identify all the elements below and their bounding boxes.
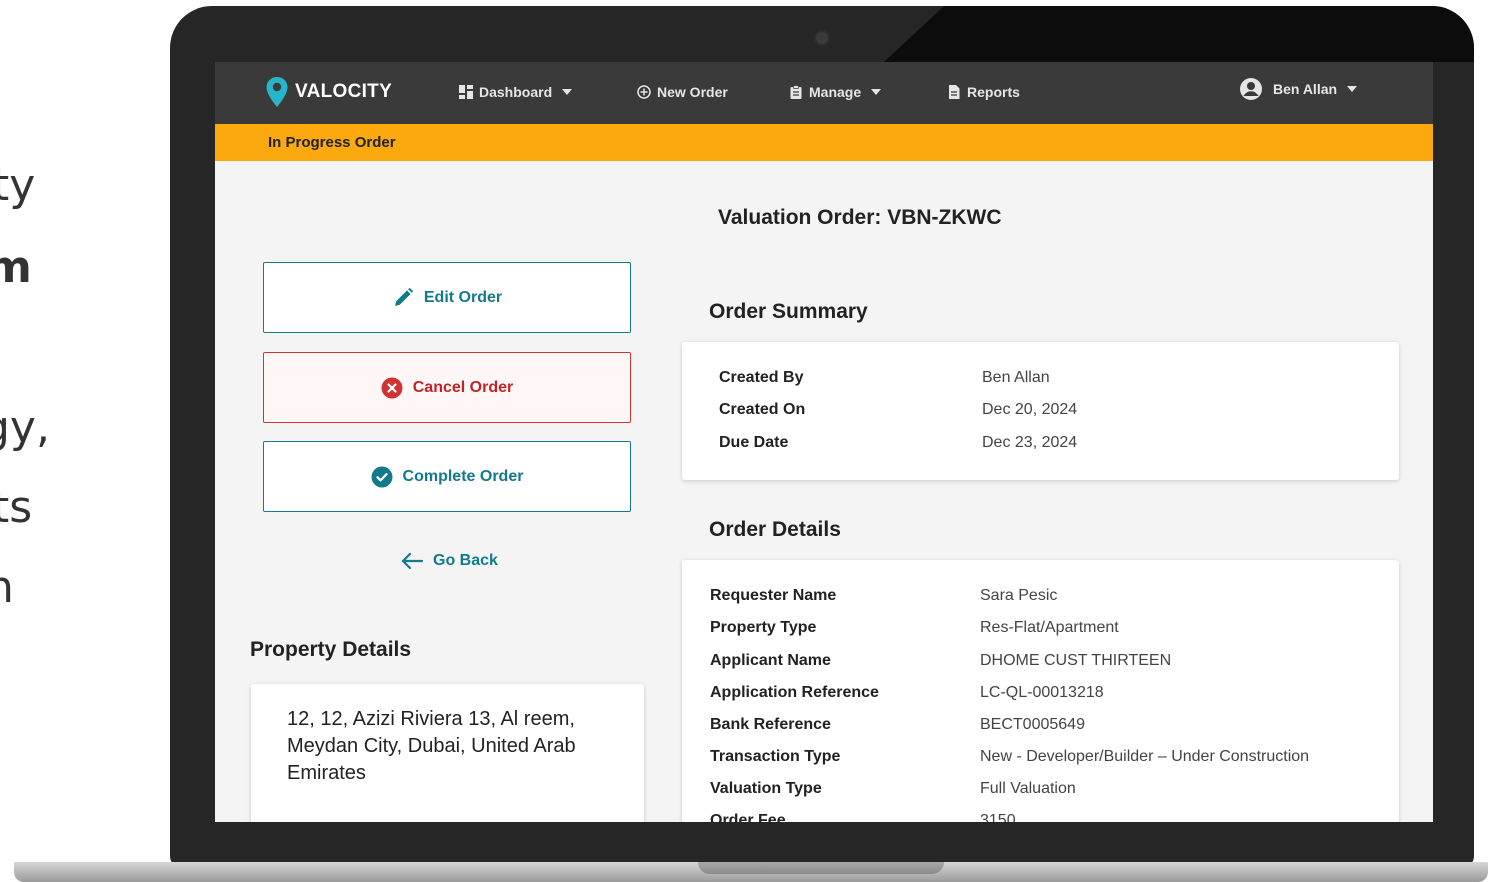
top-navbar: VALOCITY Dashboard New Order Manage Repo… <box>215 62 1433 124</box>
user-menu[interactable]: Ben Allan <box>1239 75 1358 103</box>
details-key: Requester Name <box>710 587 837 604</box>
chevron-down-icon <box>562 89 573 95</box>
edit-order-label: Edit Order <box>423 288 503 306</box>
clipboard-icon <box>790 85 802 99</box>
details-row: Transaction Type <box>710 748 840 766</box>
nav-reports[interactable]: Reports <box>947 78 1020 106</box>
summary-value: Dec 23, 2024 <box>982 434 1078 451</box>
summary-key: Created By <box>719 369 804 386</box>
location-pin-icon <box>265 76 289 108</box>
details-value: 3150 <box>980 812 1016 822</box>
marketing-text-fragment: m <box>0 242 32 293</box>
order-details-heading: Order Details <box>709 518 841 541</box>
cancel-order-label: Cancel Order <box>412 378 514 396</box>
order-details-card: Requester Name Sara Pesic Property Type … <box>682 560 1399 822</box>
details-value: LC-QL-00013218 <box>980 684 1104 701</box>
app-screen: VALOCITY Dashboard New Order Manage Repo… <box>215 62 1433 822</box>
details-key: Valuation Type <box>710 780 822 797</box>
user-avatar-icon <box>1240 78 1262 100</box>
user-name: Ben Allan <box>1273 81 1338 97</box>
summary-value: Dec 20, 2024 <box>982 401 1078 418</box>
details-key: Application Reference <box>710 684 879 701</box>
check-circle-icon <box>371 466 393 487</box>
nav-dashboard-label: Dashboard <box>479 84 553 100</box>
details-key: Applicant Name <box>710 652 831 669</box>
chevron-down-icon <box>1347 86 1358 92</box>
edit-order-button[interactable]: Edit Order <box>263 262 631 333</box>
details-row: Order Fee <box>710 812 786 822</box>
details-row: Property Type <box>710 619 816 637</box>
chevron-down-icon <box>871 89 882 95</box>
arrow-left-icon <box>401 552 423 570</box>
page-title: Valuation Order: VBN-ZKWC <box>718 206 1002 229</box>
marketing-text-fragment: ts <box>0 482 33 533</box>
laptop-base-notch <box>698 862 944 874</box>
marketing-text-fragment: gy, <box>0 402 50 453</box>
marketing-text-fragment: n <box>0 566 14 610</box>
summary-key: Due Date <box>719 434 789 451</box>
nav-new-order[interactable]: New Order <box>637 78 728 106</box>
summary-row: Created By <box>719 369 803 387</box>
brand-logo[interactable]: VALOCITY <box>265 74 392 110</box>
details-value: Res-Flat/Apartment <box>980 619 1119 636</box>
details-key: Bank Reference <box>710 716 831 733</box>
marketing-text-fragment: ty <box>0 160 36 211</box>
details-value: Sara Pesic <box>980 587 1058 604</box>
property-details-heading: Property Details <box>250 638 412 661</box>
page: ty m gy, ts n VALOCITY Dashboard <box>0 0 1488 882</box>
details-row: Application Reference <box>710 684 879 702</box>
order-summary-card: Created By Ben Allan Created On Dec 20, … <box>682 342 1399 480</box>
details-value: DHOME CUST THIRTEEN <box>980 652 1172 669</box>
order-summary-heading: Order Summary <box>709 300 868 323</box>
plus-circle-icon <box>637 85 651 99</box>
pencil-icon <box>394 287 414 306</box>
details-row: Bank Reference <box>710 716 831 734</box>
cancel-order-button[interactable]: Cancel Order <box>263 352 631 423</box>
summary-value: Ben Allan <box>982 369 1050 386</box>
summary-row: Created On <box>719 401 805 419</box>
order-status-label: In Progress Order <box>268 134 396 151</box>
details-row: Applicant Name <box>710 652 831 670</box>
details-value: BECT0005649 <box>980 716 1085 733</box>
document-icon <box>949 85 960 99</box>
nav-new-order-label: New Order <box>657 84 728 100</box>
marketing-text: ty m gy, ts n <box>0 0 100 882</box>
brand-name: VALOCITY <box>295 81 393 102</box>
close-circle-icon <box>381 377 403 398</box>
details-row: Valuation Type <box>710 780 822 798</box>
summary-row: Due Date <box>719 434 788 452</box>
dashboard-icon <box>459 85 473 99</box>
details-key: Transaction Type <box>710 748 841 765</box>
nav-manage[interactable]: Manage <box>789 78 882 106</box>
order-status-bar: In Progress Order <box>215 124 1433 161</box>
go-back-label: Go Back <box>433 552 498 569</box>
laptop-lid-shine <box>884 6 1474 62</box>
nav-dashboard[interactable]: Dashboard <box>459 78 573 106</box>
nav-reports-label: Reports <box>967 84 1020 100</box>
details-value: Full Valuation <box>980 780 1076 797</box>
details-key: Order Fee <box>710 812 786 822</box>
webcam <box>814 30 830 46</box>
details-value: New - Developer/Builder – Under Construc… <box>980 748 1310 765</box>
details-key: Property Type <box>710 619 817 636</box>
complete-order-button[interactable]: Complete Order <box>263 441 631 512</box>
go-back-link[interactable]: Go Back <box>401 552 498 570</box>
details-row: Requester Name <box>710 587 836 605</box>
nav-manage-label: Manage <box>809 84 862 100</box>
property-details-card: 12, 12, Azizi Riviera 13, Al reem, Meyda… <box>251 684 644 822</box>
property-address: 12, 12, Azizi Riviera 13, Al reem, Meyda… <box>287 708 576 784</box>
complete-order-label: Complete Order <box>402 467 524 485</box>
summary-key: Created On <box>719 401 806 418</box>
